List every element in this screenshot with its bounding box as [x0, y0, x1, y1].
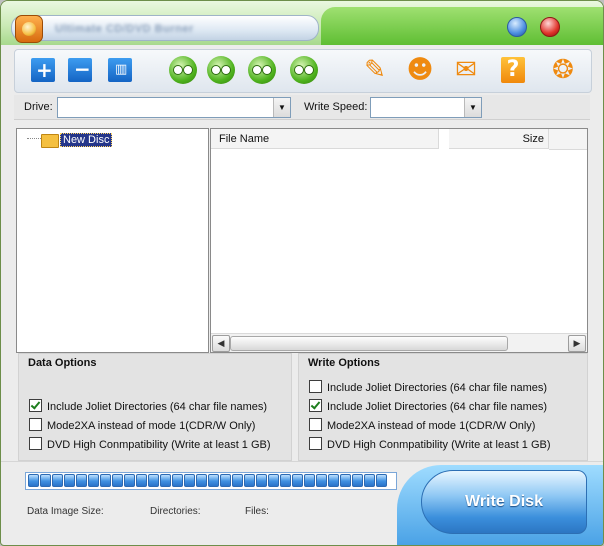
- progress-segment: [316, 474, 327, 487]
- progress-segment: [184, 474, 195, 487]
- progress-segment: [256, 474, 267, 487]
- progress-segment: [148, 474, 159, 487]
- progress-segment: [220, 474, 231, 487]
- write-option-dvd-compat[interactable]: DVD High Conmpatibility (Write at least …: [309, 437, 551, 451]
- column-header-file-name[interactable]: File Name: [211, 129, 439, 149]
- checkbox-write-joliet-2[interactable]: [309, 399, 322, 412]
- progress-segment: [136, 474, 147, 487]
- files-label: Files:: [245, 506, 269, 517]
- drive-label: Drive:: [24, 101, 53, 113]
- progress-segment: [268, 474, 279, 487]
- burn-iso-icon[interactable]: [207, 56, 235, 84]
- checkbox-write-dvd-compat[interactable]: [309, 437, 322, 450]
- drive-select[interactable]: ▼: [57, 97, 291, 118]
- progress-segment: [160, 474, 171, 487]
- data-option-dvd-compat[interactable]: DVD High Conmpatibility (Write at least …: [29, 437, 271, 451]
- minimize-button[interactable]: [507, 17, 527, 37]
- app-icon[interactable]: [15, 15, 43, 43]
- progress-segment: [124, 474, 135, 487]
- data-options-title: Data Options: [28, 357, 97, 369]
- register-icon[interactable]: ✎: [361, 56, 389, 84]
- add-file-icon[interactable]: +: [29, 56, 57, 84]
- checkbox-dvd-compat[interactable]: [29, 437, 42, 450]
- about-icon[interactable]: ❂: [549, 56, 577, 84]
- data-option-joliet[interactable]: Include Joliet Directories (64 char file…: [29, 399, 267, 413]
- drive-bar: Drive: ▼ Write Speed: ▼: [14, 95, 590, 120]
- progress-segment: [328, 474, 339, 487]
- progress-segment: [76, 474, 87, 487]
- burn-data-disc-icon[interactable]: [169, 56, 197, 84]
- write-disk-button[interactable]: Write Disk: [421, 470, 587, 534]
- progress-segment: [244, 474, 255, 487]
- window-title: Ultimate CD/DVD Burner: [55, 23, 194, 35]
- data-option-mode2xa[interactable]: Mode2XA instead of mode 1(CDR/W Only): [29, 418, 255, 432]
- progress-segment: [88, 474, 99, 487]
- file-list[interactable]: File Name Size ◀ ▶: [210, 128, 588, 353]
- scroll-left-icon[interactable]: ◀: [212, 335, 230, 352]
- write-options-panel: Write Options Include Joliet Directories…: [298, 353, 588, 461]
- progress-segment: [40, 474, 51, 487]
- remove-file-icon[interactable]: −: [66, 56, 94, 84]
- checkbox-write-joliet-1[interactable]: [309, 380, 322, 393]
- progress-segment: [280, 474, 291, 487]
- progress-segment: [64, 474, 75, 487]
- data-options-panel: Data Options Include Joliet Directories …: [18, 353, 292, 461]
- title-bar-band: [321, 7, 603, 45]
- write-option-joliet-2[interactable]: Include Joliet Directories (64 char file…: [309, 399, 547, 413]
- scroll-right-icon[interactable]: ▶: [568, 335, 586, 352]
- progress-segment: [100, 474, 111, 487]
- write-option-joliet-1[interactable]: Include Joliet Directories (64 char file…: [309, 380, 547, 394]
- progress-segment: [112, 474, 123, 487]
- data-image-size-label: Data Image Size:: [27, 506, 104, 517]
- progress-segment: [340, 474, 351, 487]
- checkbox-mode2xa[interactable]: [29, 418, 42, 431]
- progress-segment: [364, 474, 375, 487]
- disc-tree[interactable]: New Disc: [16, 128, 209, 353]
- checkbox-write-mode2xa[interactable]: [309, 418, 322, 431]
- chevron-down-icon[interactable]: ▼: [464, 98, 481, 117]
- progress-segment: [208, 474, 219, 487]
- user-icon[interactable]: ☻: [406, 56, 434, 84]
- write-option-mode2xa[interactable]: Mode2XA instead of mode 1(CDR/W Only): [309, 418, 535, 432]
- tree-item-new-disc[interactable]: New Disc: [60, 133, 113, 147]
- directories-label: Directories:: [150, 506, 201, 517]
- progress-segment: [352, 474, 363, 487]
- progress-segment: [292, 474, 303, 487]
- burn-audio-icon[interactable]: [248, 56, 276, 84]
- write-speed-select[interactable]: ▼: [370, 97, 482, 118]
- progress-bar: [25, 472, 397, 490]
- write-options-title: Write Options: [308, 357, 380, 369]
- progress-segment: [232, 474, 243, 487]
- progress-segment: [304, 474, 315, 487]
- progress-segment: [172, 474, 183, 487]
- progress-segment: [28, 474, 39, 487]
- clear-list-icon[interactable]: ▥: [106, 56, 134, 84]
- progress-segment: [376, 474, 387, 487]
- toolbar: + − ▥ ✎ ☻ ✉ ? ❂: [14, 49, 592, 93]
- app-window: Ultimate CD/DVD Burner + − ▥ ✎ ☻ ✉ ? ❂ D…: [0, 0, 604, 546]
- scrollbar-thumb[interactable]: [230, 336, 508, 351]
- checkbox-joliet[interactable]: [29, 399, 42, 412]
- title-bar[interactable]: Ultimate CD/DVD Burner: [1, 1, 603, 45]
- column-header-filler: [549, 129, 587, 150]
- column-header-size[interactable]: Size: [449, 129, 549, 149]
- folder-icon: [41, 134, 59, 148]
- chevron-down-icon[interactable]: ▼: [273, 98, 290, 117]
- progress-segment: [196, 474, 207, 487]
- email-icon[interactable]: ✉: [452, 56, 480, 84]
- close-button[interactable]: [540, 17, 560, 37]
- horizontal-scrollbar[interactable]: ◀ ▶: [211, 333, 587, 352]
- progress-segment: [52, 474, 63, 487]
- erase-disc-icon[interactable]: [290, 56, 318, 84]
- help-icon[interactable]: ?: [499, 56, 527, 84]
- write-speed-label: Write Speed:: [304, 101, 368, 113]
